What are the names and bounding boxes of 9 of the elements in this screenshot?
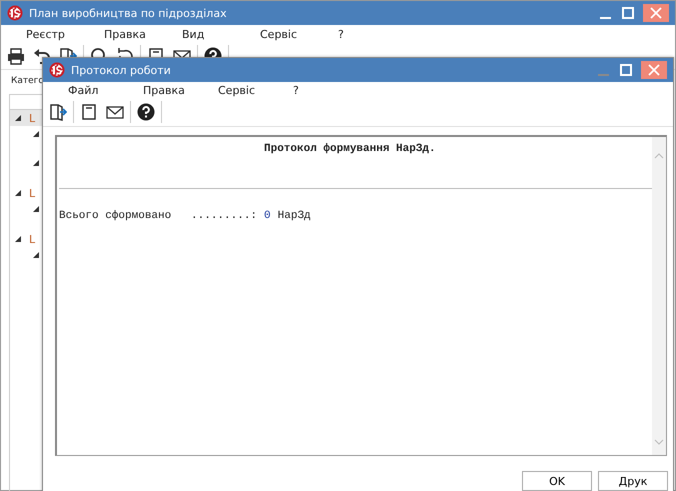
window-title: План виробництва по підрозділах [29, 6, 228, 20]
report-unit: НарЗд [278, 210, 311, 222]
tree-label: L [29, 112, 36, 124]
report-count: 0 [264, 210, 271, 222]
tree-label: L [29, 186, 36, 200]
window-title: Протокол роботи [71, 64, 172, 76]
tree-label: L [29, 232, 36, 246]
report-title: Протокол формування НарЗд. [263, 143, 437, 157]
report-label: Всього сформовано .........: [59, 210, 258, 222]
